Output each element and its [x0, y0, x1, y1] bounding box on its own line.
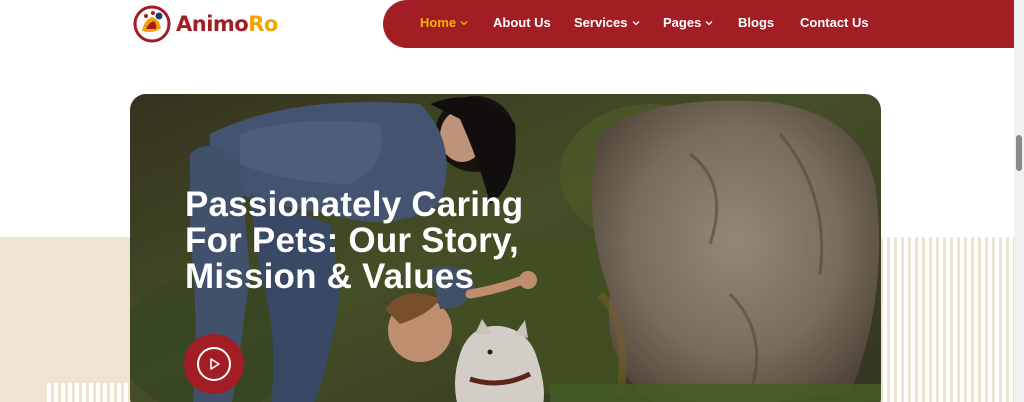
hero-title-line-3: Mission & Values [185, 257, 475, 296]
hero-title-line-2: For Pets: Our Story, [185, 221, 519, 260]
brand-name-part1: Animo [176, 12, 249, 36]
main-nav: Home About Us Services Pages Blogs Conta… [383, 0, 1014, 48]
hero-title: Passionately Caring For Pets: Our Story,… [185, 187, 545, 295]
brand-logo[interactable]: AnimoRo [132, 4, 278, 44]
nav-item-label: Pages [663, 15, 702, 30]
nav-item-label: Blogs [738, 15, 775, 30]
hero-banner: Passionately Caring For Pets: Our Story,… [130, 94, 881, 402]
nav-item-label: Home [420, 15, 457, 30]
hero-title-line-1: Passionately Caring [185, 185, 524, 224]
nav-item-blogs[interactable]: Blogs [738, 15, 774, 30]
paw-heart-logo-icon [132, 4, 172, 44]
chevron-down-icon [705, 20, 713, 25]
chevron-down-icon [460, 20, 468, 25]
nav-item-contact-us[interactable]: Contact Us [800, 15, 869, 30]
chevron-down-icon [632, 20, 639, 25]
nav-item-services[interactable]: Services [574, 15, 641, 30]
decorative-stripes-left [44, 383, 132, 402]
site-header: AnimoRo Home About Us Services Pages Blo… [0, 0, 1014, 48]
play-icon [210, 358, 220, 370]
nav-item-about-us[interactable]: About Us [493, 15, 551, 30]
decorative-stripes-right [880, 237, 1014, 402]
scrollbar-thumb[interactable] [1016, 135, 1022, 171]
nav-item-home[interactable]: Home [420, 15, 469, 30]
nav-item-pages[interactable]: Pages [663, 15, 714, 30]
brand-name: AnimoRo [176, 12, 278, 36]
play-icon-ring [197, 347, 231, 381]
nav-item-label: About Us [493, 15, 551, 30]
nav-item-label: Services [574, 15, 628, 30]
brand-name-part2: Ro [248, 12, 278, 36]
nav-item-label: Contact Us [800, 15, 869, 30]
play-video-button[interactable] [184, 334, 244, 394]
page-scrollbar[interactable] [1014, 0, 1024, 402]
decorative-beige-block [0, 237, 132, 402]
